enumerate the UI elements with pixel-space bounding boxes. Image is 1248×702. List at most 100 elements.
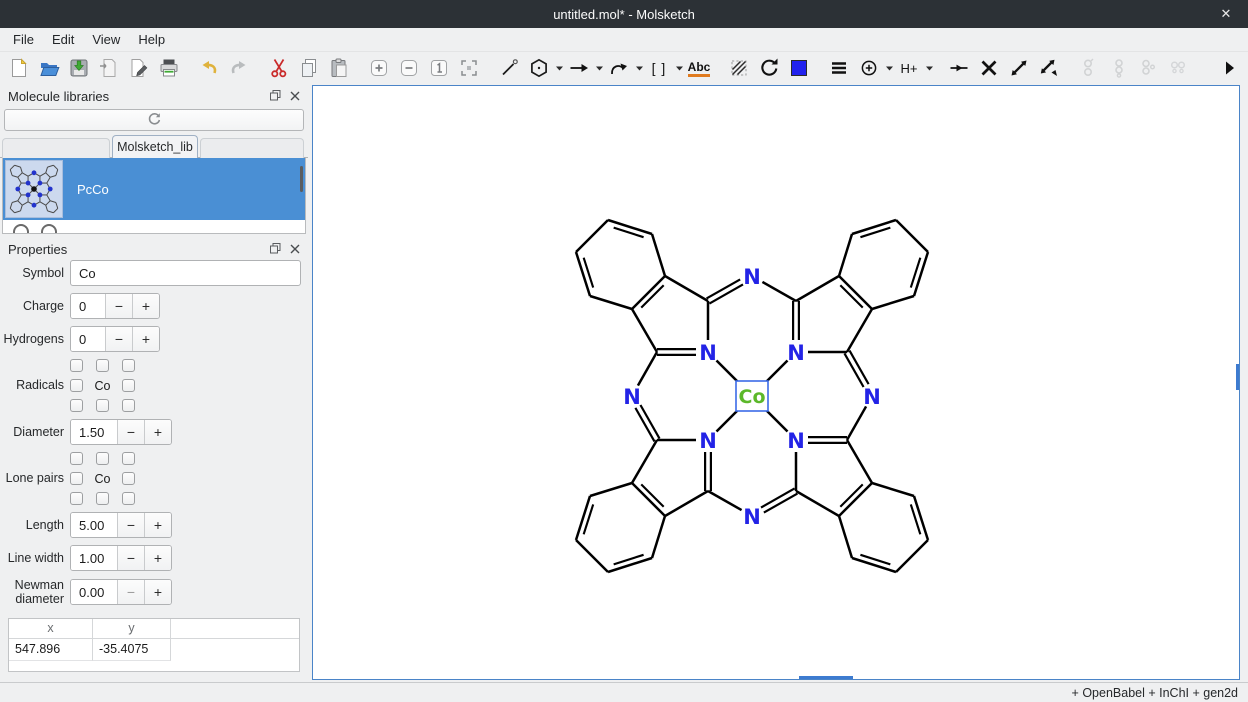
delete-tool[interactable] — [976, 55, 1002, 81]
copy-button[interactable] — [296, 55, 322, 81]
hydrogen-tool-dropdown[interactable] — [924, 64, 934, 73]
mechanism-arrow-tool-dropdown[interactable] — [634, 64, 644, 73]
lone-pairs-grid-checkbox-1[interactable] — [96, 452, 109, 465]
lone-pairs-grid-checkbox-2[interactable] — [122, 452, 135, 465]
refresh-libraries-button[interactable] — [4, 109, 304, 131]
close-window-button[interactable]: ✕ — [1214, 0, 1238, 28]
length-stepper-decrement[interactable]: − — [117, 513, 144, 537]
charge-tool-dropdown[interactable] — [884, 64, 894, 73]
color-swatch-button[interactable] — [786, 55, 812, 81]
bracket-tool-dropdown[interactable] — [674, 64, 684, 73]
menu-edit[interactable]: Edit — [43, 29, 83, 50]
close-panel-icon[interactable] — [290, 89, 300, 104]
line-width-stepper-value[interactable]: 1.00 — [71, 546, 117, 570]
radicals-grid-checkbox-8[interactable] — [122, 399, 135, 412]
zoom-fit-button[interactable] — [456, 55, 482, 81]
newman-diameter-stepper-decrement[interactable]: − — [117, 580, 144, 604]
coords-header-y[interactable]: y — [93, 619, 171, 638]
lone-pairs-grid-label: Lone pairs — [0, 471, 64, 485]
radicals-grid-checkbox-0[interactable] — [70, 359, 83, 372]
text-tool[interactable]: Abc — [686, 55, 712, 81]
hydrogen-tool[interactable]: H+ — [896, 55, 922, 81]
line-width-button[interactable] — [826, 55, 852, 81]
zoom-out-button[interactable] — [396, 55, 422, 81]
radicals-grid-checkbox-7[interactable] — [96, 399, 109, 412]
open-file-button[interactable] — [36, 55, 62, 81]
hydrogens-stepper-value[interactable]: 0 — [71, 327, 105, 351]
close-panel-icon[interactable] — [290, 242, 300, 257]
radicals-grid-checkbox-2[interactable] — [122, 359, 135, 372]
radicals-grid-checkbox-6[interactable] — [70, 399, 83, 412]
lone-pairs-grid-checkbox-5[interactable] — [122, 472, 135, 485]
library-item-pcco[interactable]: PcCo — [3, 158, 305, 220]
connect-tool[interactable] — [946, 55, 972, 81]
draw-bond-tool[interactable] — [496, 55, 522, 81]
line-width-stepper-increment[interactable]: + — [144, 546, 171, 570]
flip-horizontal-tool[interactable] — [1006, 55, 1032, 81]
canvas-horizontal-scrollbar[interactable] — [799, 676, 853, 679]
toolbar-extension-button[interactable] — [1216, 55, 1242, 81]
newman-diameter-stepper-increment[interactable]: + — [144, 580, 171, 604]
coordinates-table[interactable]: xy547.896-35.4075 — [8, 618, 300, 672]
symbol-field[interactable]: Co — [70, 260, 301, 286]
redo-button[interactable] — [226, 55, 252, 81]
lone-pairs-grid-checkbox-8[interactable] — [122, 492, 135, 505]
mechanism-arrow-tool[interactable] — [606, 55, 632, 81]
export-icon — [128, 57, 150, 79]
zoomin-icon — [368, 57, 390, 79]
flip-vertical-tool[interactable] — [1036, 55, 1062, 81]
lone-pairs-grid-checkbox-6[interactable] — [70, 492, 83, 505]
new-file-button[interactable] — [6, 55, 32, 81]
charge-stepper-value[interactable]: 0 — [71, 294, 105, 318]
lone-pairs-grid-checkbox-7[interactable] — [96, 492, 109, 505]
lone-pairs-grid-checkbox-0[interactable] — [70, 452, 83, 465]
charge-stepper-decrement[interactable]: − — [105, 294, 132, 318]
float-panel-icon[interactable] — [270, 242, 281, 257]
coord-y-cell[interactable]: -35.4075 — [93, 639, 171, 661]
align-molecule-button — [1106, 55, 1132, 81]
diameter-stepper-value[interactable]: 1.50 — [71, 420, 117, 444]
menu-file[interactable]: File — [4, 29, 43, 50]
hatch-tool[interactable] — [726, 55, 752, 81]
zoom-in-button[interactable] — [366, 55, 392, 81]
reaction-arrow-tool[interactable] — [566, 55, 592, 81]
length-stepper-value[interactable]: 5.00 — [71, 513, 117, 537]
ring-tool-dropdown[interactable] — [554, 64, 564, 73]
coord-x-cell[interactable]: 547.896 — [9, 639, 93, 661]
float-panel-icon[interactable] — [270, 89, 281, 104]
ring-tool[interactable] — [526, 55, 552, 81]
lone-pairs-grid-checkbox-3[interactable] — [70, 472, 83, 485]
charge-tool[interactable] — [856, 55, 882, 81]
coords-header-x[interactable]: x — [9, 619, 93, 638]
zoom-original-button[interactable] — [426, 55, 452, 81]
save-file-button[interactable] — [66, 55, 92, 81]
hydrogens-stepper-decrement[interactable]: − — [105, 327, 132, 351]
line-width-stepper-decrement[interactable]: − — [117, 546, 144, 570]
charge-stepper-increment[interactable]: + — [132, 294, 159, 318]
paste-button[interactable] — [326, 55, 352, 81]
radicals-grid-checkbox-5[interactable] — [122, 379, 135, 392]
library-list-scrollbar[interactable] — [300, 166, 303, 192]
library-item-partial[interactable] — [3, 220, 305, 232]
canvas-vertical-scrollbar[interactable] — [1236, 364, 1239, 390]
cut-button[interactable] — [266, 55, 292, 81]
menu-view[interactable]: View — [83, 29, 129, 50]
undo-button[interactable] — [196, 55, 222, 81]
menu-help[interactable]: Help — [129, 29, 174, 50]
charge-stepper: 0−+ — [70, 293, 160, 319]
bracket-tool[interactable]: [ ] — [646, 55, 672, 81]
hydrogens-stepper-increment[interactable]: + — [132, 327, 159, 351]
reaction-arrow-tool-dropdown[interactable] — [594, 64, 604, 73]
radicals-grid-checkbox-1[interactable] — [96, 359, 109, 372]
tab-molsketch-lib[interactable]: Molsketch_lib — [112, 135, 198, 158]
length-stepper-increment[interactable]: + — [144, 513, 171, 537]
rotate-tool[interactable] — [756, 55, 782, 81]
diameter-stepper-decrement[interactable]: − — [117, 420, 144, 444]
export-button[interactable] — [126, 55, 152, 81]
save-as-button[interactable] — [96, 55, 122, 81]
drawing-canvas[interactable]: NNNNNNNNCo — [312, 85, 1240, 680]
diameter-stepper-increment[interactable]: + — [144, 420, 171, 444]
radicals-grid-checkbox-3[interactable] — [70, 379, 83, 392]
print-button[interactable] — [156, 55, 182, 81]
newman-diameter-stepper-value[interactable]: 0.00 — [71, 580, 117, 604]
